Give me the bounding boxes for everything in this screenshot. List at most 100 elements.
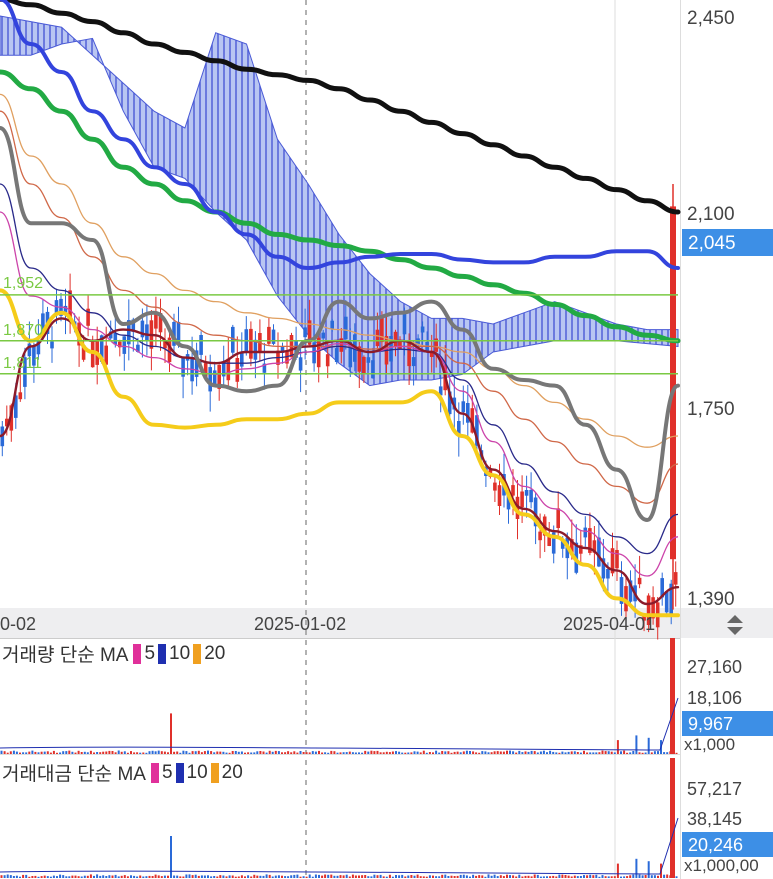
- amount-bar: [579, 876, 582, 878]
- amount-bar: [173, 875, 176, 878]
- volume-bar: [604, 751, 607, 754]
- amount-bar: [487, 874, 490, 878]
- amount-bar: [469, 876, 471, 878]
- volume-bar: [259, 751, 262, 754]
- amount-bar: [160, 876, 163, 878]
- volume-bar: [506, 750, 508, 754]
- volume-bar: [515, 752, 518, 754]
- amount-bar: [19, 876, 21, 878]
- volume-bar: [407, 752, 410, 754]
- volume-bar: [160, 751, 163, 754]
- amount-bar: [506, 874, 508, 878]
- candle-body: [18, 392, 23, 400]
- amount-bar: [324, 874, 327, 878]
- amount-current-label: 20,246: [688, 835, 743, 855]
- volume-bar: [438, 752, 441, 754]
- volume-bar: [626, 752, 629, 754]
- volume-indicator-label[interactable]: 거래량 단순 MA 5 10 20: [2, 640, 225, 667]
- amount-bar: [203, 875, 206, 878]
- volume-bar: [573, 751, 576, 754]
- amount-bar: [293, 874, 296, 878]
- amount-bar: [305, 876, 308, 878]
- amount-bar: [31, 876, 34, 878]
- amount-bar: [142, 876, 145, 878]
- date-label-1: 0-02: [0, 614, 36, 634]
- volume-bar: [225, 752, 228, 754]
- amount-bar: [259, 875, 262, 878]
- volume-bar: [512, 751, 515, 754]
- amount-indicator-label[interactable]: 거래대금 단순 MA 5 10 20: [2, 759, 243, 786]
- volume-bar: [376, 750, 379, 754]
- volume-bar: [194, 751, 197, 754]
- amount-bar: [358, 875, 360, 878]
- volume-bar: [675, 752, 678, 754]
- volume-bar: [56, 752, 58, 754]
- volume-bar: [231, 751, 234, 754]
- amount-bar: [444, 874, 447, 878]
- amount-bar: [191, 875, 194, 878]
- volume-bar: [653, 751, 656, 754]
- amount-bar: [564, 875, 567, 878]
- amount-bar: [318, 874, 320, 878]
- candle-body: [249, 328, 253, 359]
- volume-bar: [330, 750, 333, 754]
- amount-bar: [364, 875, 367, 878]
- candle-body: [615, 550, 619, 569]
- candle-body: [411, 357, 416, 367]
- volume-bar: [213, 752, 216, 754]
- volume-bar: [12, 750, 15, 754]
- volume-bar: [216, 751, 219, 754]
- candle-body: [493, 482, 497, 491]
- candle-body: [375, 329, 380, 347]
- amount-bar: [311, 876, 314, 878]
- price-tick-1: 2,450: [687, 8, 735, 29]
- amount-bar: [167, 875, 169, 878]
- volume-bar: [253, 752, 256, 754]
- candle-body: [402, 313, 407, 335]
- volume-bar: [240, 751, 243, 754]
- date-label-2: 2025-01-02: [254, 614, 346, 634]
- amount-bar: [244, 876, 246, 878]
- volume-bar: [536, 752, 539, 754]
- amount-bar: [623, 876, 626, 878]
- volume-bar: [620, 751, 622, 754]
- candle-body: [298, 357, 303, 371]
- axis-scale-toggle-icon[interactable]: [723, 612, 747, 638]
- ma20-swatch: [193, 643, 202, 664]
- amount-bar: [80, 876, 83, 878]
- amount-bar: [74, 875, 77, 878]
- level-label-2: 1,870: [3, 322, 43, 339]
- amount-bar: [367, 876, 370, 878]
- candle-body: [344, 316, 348, 340]
- candle-body: [321, 332, 325, 339]
- amount-bar: [388, 874, 391, 878]
- volume-bar: [37, 752, 40, 754]
- amount-bar: [462, 874, 465, 878]
- volume-bar: [530, 750, 533, 754]
- amount-bar: [22, 874, 25, 878]
- candle-body: [240, 352, 244, 367]
- volume-bar: [567, 751, 570, 754]
- volume-bar: [3, 751, 6, 754]
- amount-bar: [465, 875, 468, 878]
- amount-bar: [542, 876, 545, 878]
- candle-body: [303, 327, 307, 338]
- amount-bar: [277, 875, 280, 878]
- volume-bar: [379, 752, 382, 754]
- amount-bar: [592, 875, 595, 878]
- amount-bar: [410, 875, 413, 878]
- volume-bar: [595, 752, 598, 754]
- volume-bar: [481, 751, 484, 754]
- volume-bar: [68, 750, 71, 754]
- volume-bar: [395, 751, 397, 754]
- amount-bar: [99, 875, 102, 878]
- amount-bar: [647, 861, 650, 878]
- volume-bar: [188, 752, 191, 754]
- candle-body: [253, 339, 258, 360]
- volume-tick-1: 27,160: [687, 657, 742, 677]
- volume-bar: [552, 751, 555, 754]
- candle-body: [538, 531, 542, 541]
- amount-bar: [601, 875, 604, 878]
- volume-bar: [296, 752, 299, 754]
- volume-bar: [108, 750, 111, 754]
